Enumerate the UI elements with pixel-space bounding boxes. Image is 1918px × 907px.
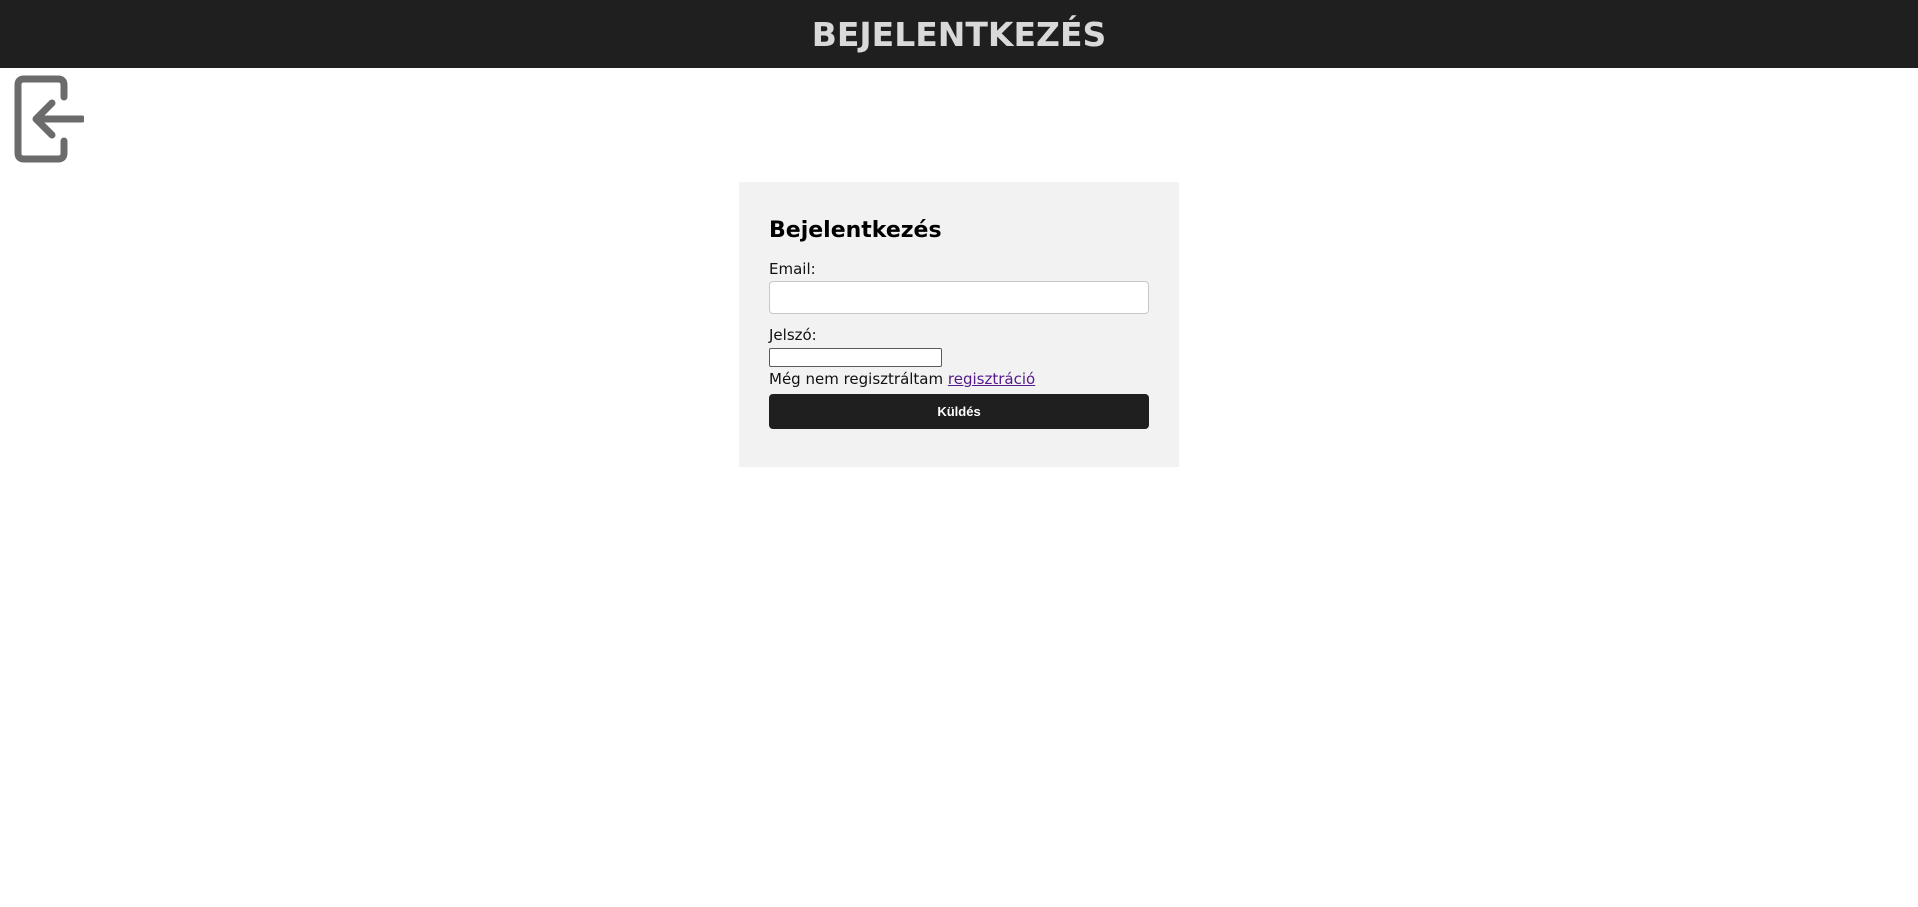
page-title: BEJELENTKEZÉS: [811, 14, 1107, 54]
register-link[interactable]: regisztráció: [948, 370, 1035, 388]
email-field[interactable]: [769, 281, 1149, 314]
register-prompt: Még nem regisztráltam regisztráció: [769, 369, 1149, 389]
login-card: Bejelentkezés Email: Jelszó: Még nem reg…: [739, 182, 1179, 467]
login-title: Bejelentkezés: [769, 218, 942, 243]
email-label: Email:: [769, 260, 816, 278]
logout-arrow-left-icon: [14, 75, 84, 163]
password-label: Jelszó:: [769, 326, 817, 344]
back-button[interactable]: [14, 75, 84, 163]
submit-button[interactable]: Küldés: [769, 394, 1149, 429]
register-text: Még nem regisztráltam: [769, 370, 944, 388]
top-bar: BEJELENTKEZÉS: [0, 0, 1918, 68]
password-field[interactable]: [769, 348, 942, 367]
